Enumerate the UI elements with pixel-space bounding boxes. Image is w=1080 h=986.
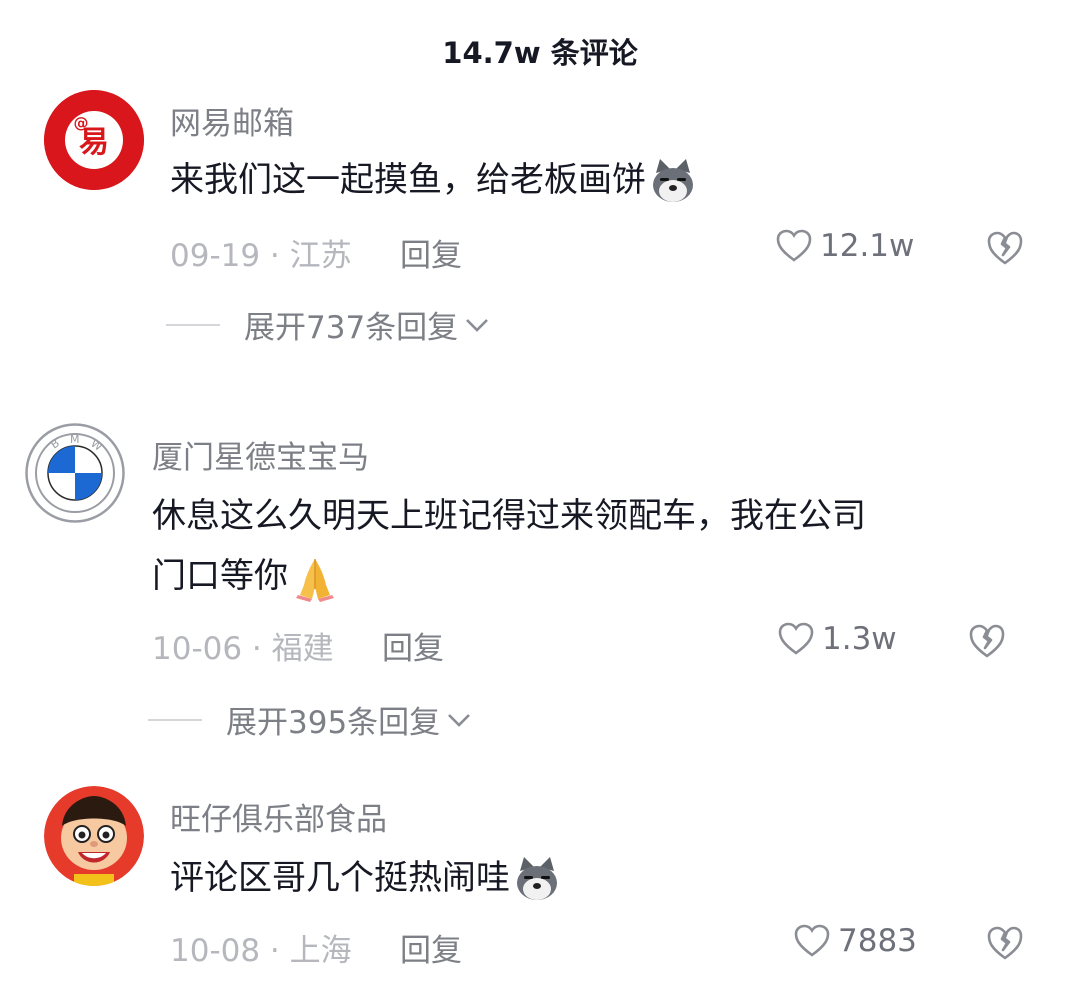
divider-line bbox=[148, 718, 202, 721]
broken-heart-icon bbox=[969, 624, 1005, 658]
comment-text-line: 来我们这一起摸鱼，给老板画饼 bbox=[170, 160, 646, 200]
comment-date-location: 09-19 · 江苏 bbox=[170, 238, 352, 274]
dislike-button[interactable] bbox=[986, 230, 1024, 270]
expand-replies-label: 展开737条回复 bbox=[244, 310, 459, 346]
comment-date-location: 10-06 · 福建 bbox=[152, 631, 334, 667]
like-button[interactable]: 12.1w bbox=[776, 228, 914, 264]
reply-button[interactable]: 回复 bbox=[400, 230, 462, 275]
dog-emoji-icon bbox=[517, 856, 557, 900]
comment-text: 休息这么久明天上班记得过来领配车，我在公司 门口等你 bbox=[152, 486, 866, 606]
broken-heart-icon bbox=[987, 926, 1023, 960]
dislike-button[interactable] bbox=[968, 623, 1006, 663]
comment-username[interactable]: 旺仔俱乐部食品 bbox=[170, 794, 387, 839]
dislike-button[interactable] bbox=[986, 925, 1024, 965]
comment-text: 评论区哥几个挺热闹哇 bbox=[170, 848, 562, 908]
comment-text-line: 休息这么久明天上班记得过来领配车，我在公司 bbox=[152, 496, 866, 536]
broken-heart-icon bbox=[987, 231, 1023, 265]
comment-date-location: 10-08 · 上海 bbox=[170, 933, 352, 969]
avatar-wangzai[interactable] bbox=[44, 786, 144, 886]
reply-button[interactable]: 回复 bbox=[400, 925, 462, 970]
comment-text-line: 门口等你 bbox=[152, 556, 288, 596]
chevron-down-icon bbox=[448, 713, 471, 727]
heart-outline-icon bbox=[794, 924, 830, 957]
dog-emoji-icon bbox=[653, 158, 693, 202]
chevron-down-icon bbox=[466, 318, 489, 332]
svg-text:@: @ bbox=[74, 114, 89, 132]
expand-replies-button[interactable]: 展开395条回复 bbox=[148, 697, 472, 742]
comment-text-line: 评论区哥几个挺热闹哇 bbox=[170, 858, 510, 898]
avatar-netease-mail[interactable]: 易 @ bbox=[44, 90, 144, 190]
comment-username[interactable]: 网易邮箱 bbox=[170, 98, 294, 143]
like-button[interactable]: 7883 bbox=[794, 923, 917, 959]
like-button[interactable]: 1.3w bbox=[778, 621, 897, 657]
like-count: 12.1w bbox=[820, 228, 915, 264]
avatar-bmw[interactable]: B M W bbox=[25, 423, 125, 523]
heart-outline-icon bbox=[778, 622, 814, 655]
pray-emoji-icon bbox=[296, 558, 334, 602]
heart-outline-icon bbox=[776, 229, 812, 262]
reply-button[interactable]: 回复 bbox=[382, 623, 444, 668]
comment-text: 来我们这一起摸鱼，给老板画饼 bbox=[170, 150, 698, 210]
comment-username[interactable]: 厦门星德宝宝马 bbox=[152, 432, 369, 477]
comment-count-title: 14.7w 条评论 bbox=[442, 36, 638, 70]
expand-replies-button[interactable]: 展开737条回复 bbox=[166, 302, 490, 347]
divider-line bbox=[166, 323, 220, 326]
expand-replies-label: 展开395条回复 bbox=[226, 705, 441, 741]
svg-text:M: M bbox=[70, 433, 80, 446]
like-count: 1.3w bbox=[822, 621, 897, 657]
like-count: 7883 bbox=[838, 923, 917, 959]
